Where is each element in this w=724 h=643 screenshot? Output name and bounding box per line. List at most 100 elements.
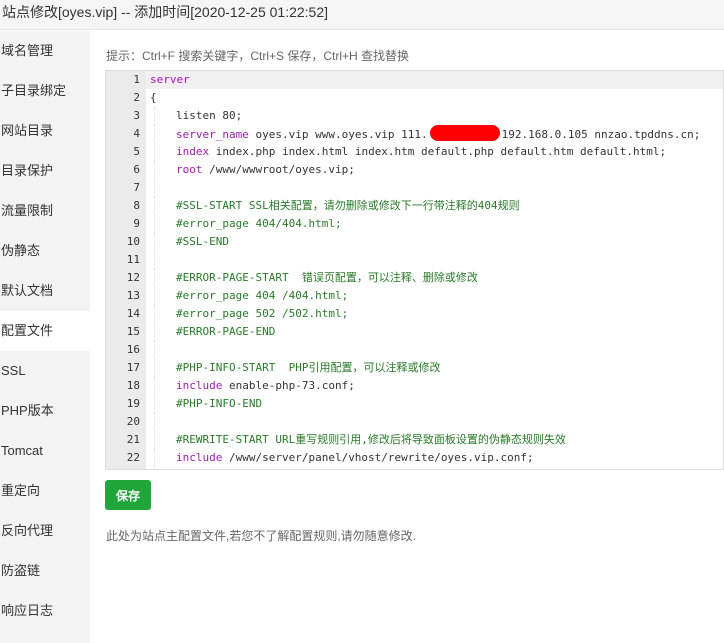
sidebar-item[interactable]: 子目录绑定 xyxy=(0,71,90,111)
code-token: #error_page 404/404.html; xyxy=(176,217,342,230)
line-number: 2 xyxy=(133,91,140,104)
line-number: 8 xyxy=(133,199,140,212)
line-number: 18 xyxy=(126,379,140,392)
line-number: 16 xyxy=(126,343,140,356)
code-token: /www/server/panel/vhost/rewrite/oyes.vip… xyxy=(222,451,534,464)
code-line: 22 include /www/server/panel/vhost/rewrit… xyxy=(106,449,723,467)
code-line: 21 #REWRITE-START URL重写规则引用,修改后将导致面板设置的伪静… xyxy=(106,431,723,449)
shortcut-hint: 提示：Ctrl+F 搜索关键字，Ctrl+S 保存，Ctrl+H 查找替换 xyxy=(106,49,410,63)
line-number: 5 xyxy=(133,145,140,158)
sidebar-item[interactable]: 配置文件 xyxy=(0,311,90,351)
code-line: 6 root /www/wwwroot/oyes.vip; xyxy=(106,161,723,179)
code-text: #error_page 502 /502.html; xyxy=(150,305,348,323)
code-token: include xyxy=(176,451,223,464)
code-text: server_name oyes.vip www.oyes.vip 111. 19… xyxy=(150,125,700,143)
sidebar: 域名管理 子目录绑定 网站目录 目录保护 流量限制 伪静态 默认文档 配置文件 SSL PHP版本… xyxy=(0,31,90,643)
code-token: { xyxy=(150,91,157,104)
sidebar-item[interactable]: Tomcat xyxy=(0,431,90,471)
sidebar-item[interactable]: 默认文档 xyxy=(0,271,90,311)
line-number: 22 xyxy=(126,451,140,464)
line-number: 6 xyxy=(133,163,140,176)
code-token: enable-php-73.conf; xyxy=(222,379,355,392)
code-text: listen 80; xyxy=(150,107,242,125)
code-line: 9 #error_page 404/404.html; xyxy=(106,215,723,233)
code-token: root xyxy=(176,163,203,176)
sidebar-item[interactable]: 目录保护 xyxy=(0,151,90,191)
line-number: 17 xyxy=(126,361,140,374)
code-text: #REWRITE-START URL重写规则引用,修改后将导致面板设置的伪静态规… xyxy=(150,431,566,449)
code-token: server xyxy=(150,73,190,86)
code-text: #PHP-INFO-END xyxy=(150,395,262,413)
line-number: 19 xyxy=(126,397,140,410)
code-text: include /www/server/panel/vhost/rewrite/… xyxy=(150,449,534,467)
code-line: 3 listen 80; xyxy=(106,107,723,125)
code-text: include enable-php-73.conf; xyxy=(150,377,355,395)
sidebar-item[interactable]: 域名管理 xyxy=(0,31,90,71)
code-line: 20 xyxy=(106,413,723,431)
code-text: root /www/wwwroot/oyes.vip; xyxy=(150,161,355,179)
line-number: 10 xyxy=(126,235,140,248)
sidebar-item[interactable]: PHP版本 xyxy=(0,391,90,431)
code-token: #REWRITE-START URL重写规则引用,修改后将导致面板设置的伪静态规… xyxy=(176,433,566,446)
line-number: 14 xyxy=(126,307,140,320)
sidebar-item[interactable]: 伪静态 xyxy=(0,231,90,271)
line-number: 1 xyxy=(133,73,140,86)
code-text: #ERROR-PAGE-END xyxy=(150,323,275,341)
code-token: listen 80; xyxy=(176,109,243,122)
sidebar-item[interactable]: 网站目录 xyxy=(0,111,90,151)
sidebar-item[interactable]: SSL xyxy=(0,351,90,391)
sidebar-item[interactable]: 反向代理 xyxy=(0,511,90,551)
code-token: oyes.vip www.oyes.vip 111. xyxy=(248,128,428,141)
code-token: #error_page 502 /502.html; xyxy=(176,307,349,320)
line-number: 9 xyxy=(133,217,140,230)
code-token: #SSL-END xyxy=(176,235,229,248)
sidebar-item[interactable]: 响应日志 xyxy=(0,591,90,631)
code-line: 5 index index.php index.html index.htm de… xyxy=(106,143,723,161)
code-text: #error_page 404/404.html; xyxy=(150,215,342,233)
line-number: 21 xyxy=(126,433,140,446)
sidebar-item[interactable]: 流量限制 xyxy=(0,191,90,231)
code-line: 16 xyxy=(106,341,723,359)
code-line: 17 #PHP-INFO-START PHP引用配置，可以注释或修改 xyxy=(106,359,723,377)
config-code-editor[interactable]: 1 server 2 {3 listen 80; 4 server_name oyes.vi… xyxy=(105,70,724,470)
line-number: 3 xyxy=(133,109,140,122)
code-token: server_name xyxy=(176,128,249,141)
line-number: 7 xyxy=(133,181,140,194)
code-line: 4 server_name oyes.vip www.oyes.vip 111. 1… xyxy=(106,125,723,143)
code-text: index index.php index.html index.htm def… xyxy=(150,143,666,161)
code-text: #SSL-END xyxy=(150,233,229,251)
code-text: { xyxy=(150,89,157,107)
line-number: 15 xyxy=(126,325,140,338)
config-warning-note: 此处为站点主配置文件,若您不了解配置规则,请勿随意修改. xyxy=(106,529,417,543)
code-line: 14 #error_page 502 /502.html; xyxy=(106,305,723,323)
code-token: /www/wwwroot/oyes.vip; xyxy=(202,163,355,176)
code-line: 15 #ERROR-PAGE-END xyxy=(106,323,723,341)
code-line: 13 #error_page 404 /404.html; xyxy=(106,287,723,305)
code-text: server xyxy=(150,71,190,89)
sidebar-item[interactable]: 防盗链 xyxy=(0,551,90,591)
code-line: 12 #ERROR-PAGE-START 错误页配置，可以注释、删除或修改 xyxy=(106,269,723,287)
line-number: 12 xyxy=(126,271,140,284)
line-number: 4 xyxy=(133,127,140,140)
line-number: 20 xyxy=(126,415,140,428)
window-title: 站点修改[oyes.vip] -- 添加时间[2020-12-25 01:22:… xyxy=(0,0,724,30)
code-token: #PHP-INFO-START PHP引用配置，可以注释或修改 xyxy=(176,361,441,374)
code-text: #SSL-START SSL相关配置，请勿删除或修改下一行带注释的404规则 xyxy=(150,197,520,215)
code-token: index.php index.html index.htm default.p… xyxy=(209,145,667,158)
line-number: 11 xyxy=(126,253,140,266)
code-line: 10 #SSL-END xyxy=(106,233,723,251)
line-number: 13 xyxy=(126,289,140,302)
code-token: #ERROR-PAGE-END xyxy=(176,325,276,338)
code-line: 18 include enable-php-73.conf; xyxy=(106,377,723,395)
code-token: include xyxy=(176,379,223,392)
code-line: 7 xyxy=(106,179,723,197)
code-line: 19 #PHP-INFO-END xyxy=(106,395,723,413)
save-button[interactable]: 保存 xyxy=(105,480,151,510)
sidebar-item[interactable]: 重定向 xyxy=(0,471,90,511)
code-token: #PHP-INFO-END xyxy=(176,397,263,410)
code-line: 8 #SSL-START SSL相关配置，请勿删除或修改下一行带注释的404规则 xyxy=(106,197,723,215)
